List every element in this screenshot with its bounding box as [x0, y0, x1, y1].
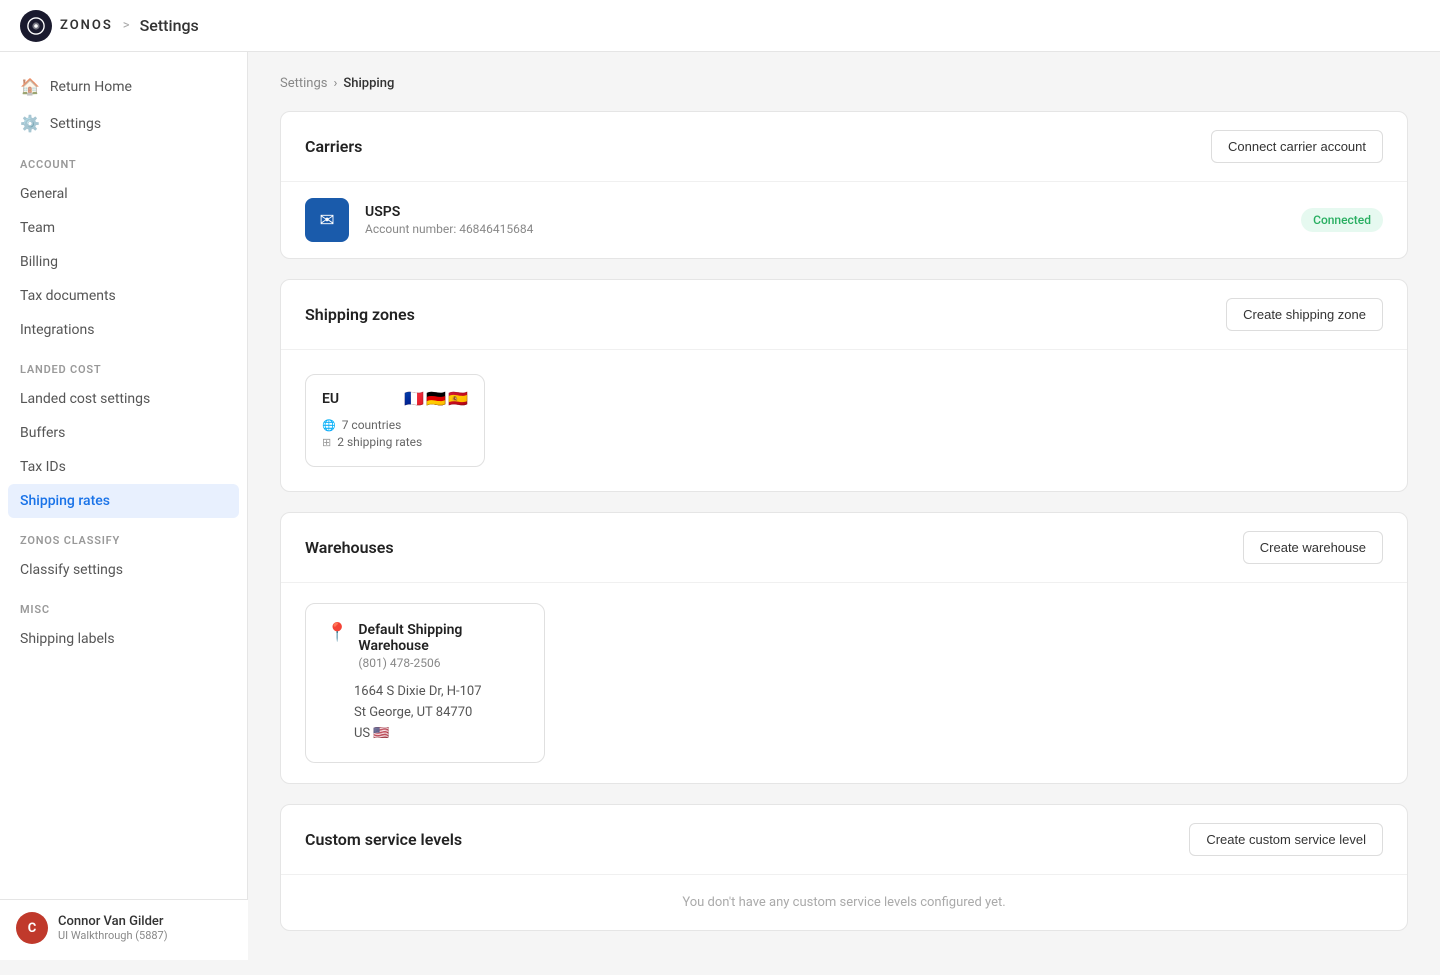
- sidebar-item-buffers[interactable]: Buffers: [0, 416, 247, 450]
- warehouse-address: 1664 S Dixie Dr, H-107 St George, UT 847…: [326, 682, 524, 744]
- address-country: US 🇺🇸: [354, 724, 524, 745]
- shipping-zones-card: Shipping zones Create shipping zone EU 🇫…: [280, 279, 1408, 492]
- logo[interactable]: ZONOS: [20, 10, 113, 42]
- connected-badge: Connected: [1301, 208, 1383, 232]
- sidebar-item-general[interactable]: General: [0, 177, 247, 211]
- topbar-sep: >: [123, 18, 130, 33]
- rates-icon: ⊞: [322, 436, 331, 449]
- sidebar-label-integrations: Integrations: [20, 322, 94, 338]
- section-label-classify: ZONOS CLASSIFY: [0, 518, 247, 553]
- pin-icon: 📍: [326, 622, 348, 643]
- warehouses-body: 📍 Default Shipping Warehouse (801) 478-2…: [281, 583, 1407, 783]
- section-label-landed-cost: LANDED COST: [0, 347, 247, 382]
- home-icon: 🏠: [20, 77, 40, 96]
- user-subtitle: UI Walkthrough (5887): [58, 929, 168, 942]
- carrier-name: USPS: [365, 204, 1285, 220]
- create-custom-service-level-button[interactable]: Create custom service level: [1189, 823, 1383, 856]
- sidebar-label-tax-documents: Tax documents: [20, 288, 116, 304]
- globe-icon: 🌐: [322, 419, 336, 432]
- sidebar-label-team: Team: [20, 220, 55, 236]
- flag-3: 🇪🇸: [448, 389, 468, 408]
- main-content: Settings › Shipping Carriers Connect car…: [248, 52, 1440, 975]
- sidebar-label-landed-cost-settings: Landed cost settings: [20, 391, 150, 407]
- sidebar-item-return-home[interactable]: 🏠 Return Home: [0, 68, 247, 105]
- flag-2: 🇩🇪: [426, 389, 446, 408]
- sidebar-label-classify-settings: Classify settings: [20, 562, 123, 578]
- warehouse-phone: (801) 478-2506: [358, 656, 524, 670]
- sidebar-item-billing[interactable]: Billing: [0, 245, 247, 279]
- carriers-title: Carriers: [305, 137, 362, 156]
- sidebar-item-shipping-rates[interactable]: Shipping rates: [8, 484, 239, 518]
- sidebar-label-settings: Settings: [50, 116, 101, 132]
- logo-icon: [20, 10, 52, 42]
- create-shipping-zone-button[interactable]: Create shipping zone: [1226, 298, 1383, 331]
- logo-text: ZONOS: [60, 18, 113, 33]
- flag-1: 🇫🇷: [404, 389, 424, 408]
- sidebar-item-landed-cost-settings[interactable]: Landed cost settings: [0, 382, 247, 416]
- zone-flags: 🇫🇷 🇩🇪 🇪🇸: [404, 389, 468, 408]
- sidebar-label-shipping-rates: Shipping rates: [20, 493, 110, 509]
- sidebar-label-tax-ids: Tax IDs: [20, 459, 66, 475]
- sidebar-label-shipping-labels: Shipping labels: [20, 631, 115, 647]
- warehouses-title: Warehouses: [305, 538, 394, 557]
- shipping-zones-title: Shipping zones: [305, 305, 415, 324]
- zone-eu-card[interactable]: EU 🇫🇷 🇩🇪 🇪🇸 🌐 7 countries ⊞ 2 shi: [305, 374, 485, 467]
- sidebar-item-tax-documents[interactable]: Tax documents: [0, 279, 247, 313]
- custom-service-levels-card: Custom service levels Create custom serv…: [280, 804, 1408, 931]
- sidebar-item-tax-ids[interactable]: Tax IDs: [0, 450, 247, 484]
- create-warehouse-button[interactable]: Create warehouse: [1243, 531, 1383, 564]
- sidebar-label-return-home: Return Home: [50, 79, 132, 95]
- shipping-zones-body: EU 🇫🇷 🇩🇪 🇪🇸 🌐 7 countries ⊞ 2 shi: [281, 350, 1407, 491]
- gear-icon: ⚙️: [20, 114, 40, 133]
- address-line2: St George, UT 84770: [354, 703, 524, 724]
- sidebar-item-classify-settings[interactable]: Classify settings: [0, 553, 247, 587]
- zone-shipping-rates: ⊞ 2 shipping rates: [322, 435, 468, 449]
- sidebar-user: C Connor Van Gilder UI Walkthrough (5887…: [0, 899, 248, 960]
- sidebar: 🏠 Return Home ⚙️ Settings ACCOUNT Genera…: [0, 52, 248, 960]
- breadcrumb: Settings › Shipping: [280, 76, 1408, 91]
- address-line1: 1664 S Dixie Dr, H-107: [354, 682, 524, 703]
- warehouse-card-default[interactable]: 📍 Default Shipping Warehouse (801) 478-2…: [305, 603, 545, 763]
- layout: 🏠 Return Home ⚙️ Settings ACCOUNT Genera…: [0, 0, 1440, 975]
- custom-service-levels-title: Custom service levels: [305, 830, 462, 849]
- warehouses-card: Warehouses Create warehouse 📍 Default Sh…: [280, 512, 1408, 784]
- avatar: C: [16, 912, 48, 944]
- sidebar-item-team[interactable]: Team: [0, 211, 247, 245]
- section-label-misc: MISC: [0, 587, 247, 622]
- top-bar: ZONOS > Settings: [0, 0, 1440, 52]
- carriers-card-header: Carriers Connect carrier account: [281, 112, 1407, 182]
- sidebar-label-billing: Billing: [20, 254, 58, 270]
- shipping-zones-header: Shipping zones Create shipping zone: [281, 280, 1407, 350]
- zone-countries: 🌐 7 countries: [322, 418, 468, 432]
- sidebar-label-general: General: [20, 186, 68, 202]
- connect-carrier-button[interactable]: Connect carrier account: [1211, 130, 1383, 163]
- user-name: Connor Van Gilder: [58, 914, 168, 929]
- carrier-row: ✉ USPS Account number: 46846415684 Conne…: [281, 182, 1407, 258]
- breadcrumb-current: Shipping: [343, 76, 394, 91]
- sidebar-item-integrations[interactable]: Integrations: [0, 313, 247, 347]
- warehouses-header: Warehouses Create warehouse: [281, 513, 1407, 583]
- sidebar-item-settings[interactable]: ⚙️ Settings: [0, 105, 247, 142]
- sidebar-item-shipping-labels[interactable]: Shipping labels: [0, 622, 247, 656]
- zone-name: EU: [322, 391, 339, 407]
- topbar-title: Settings: [140, 16, 199, 35]
- carrier-account: Account number: 46846415684: [365, 222, 1285, 236]
- custom-service-levels-header: Custom service levels Create custom serv…: [281, 805, 1407, 875]
- carriers-card: Carriers Connect carrier account ✉ USPS …: [280, 111, 1408, 259]
- section-label-account: ACCOUNT: [0, 142, 247, 177]
- custom-service-levels-empty: You don't have any custom service levels…: [281, 875, 1407, 930]
- breadcrumb-settings[interactable]: Settings: [280, 76, 327, 91]
- usps-logo: ✉: [305, 198, 349, 242]
- breadcrumb-arrow: ›: [333, 76, 337, 91]
- warehouse-name: Default Shipping Warehouse: [358, 622, 524, 654]
- sidebar-label-buffers: Buffers: [20, 425, 65, 441]
